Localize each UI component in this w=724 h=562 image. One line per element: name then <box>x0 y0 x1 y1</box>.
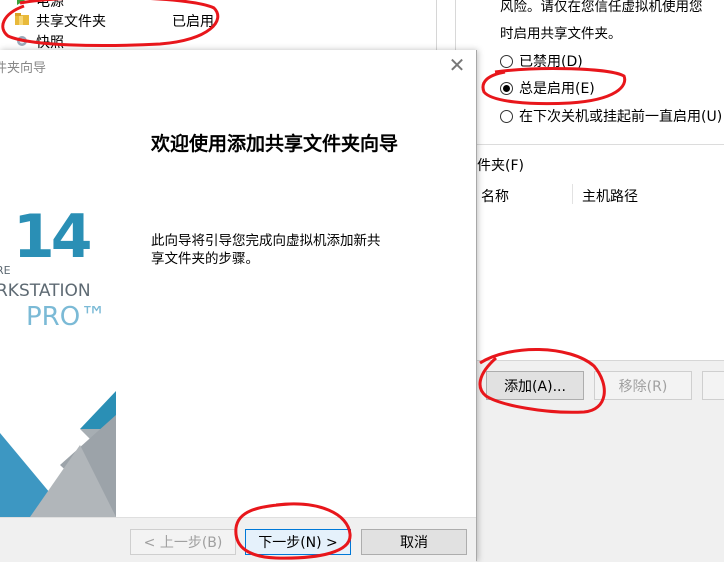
list-item-value: 已启用 <box>172 14 214 30</box>
list-item-label: 电源 <box>36 0 64 10</box>
add-shared-folder-wizard: 件夹向导 ✕ 14 RE RKSTATION PRO™ 欢迎使用添加共享文件夹向… <box>0 50 477 562</box>
radio-disabled[interactable]: 已禁用(D) <box>500 51 583 71</box>
column-header-name[interactable]: 名称 <box>481 186 509 206</box>
vmware-banner-art <box>0 391 116 517</box>
brand-line-1: RE <box>0 264 11 277</box>
wizard-description: 享文件夹的步骤。 <box>151 251 259 267</box>
radio-until-shutdown[interactable]: 在下次关机或挂起前一直启用(U) <box>500 106 722 126</box>
column-header-host-path[interactable]: 主机路径 <box>582 186 638 206</box>
next-button[interactable]: 下一步(N) > <box>245 529 351 555</box>
dialog-titlebar[interactable]: 件夹向导 ✕ <box>0 50 476 82</box>
close-icon[interactable]: ✕ <box>447 55 467 75</box>
radio-label: 已禁用(D) <box>519 54 583 70</box>
radio-always-enabled[interactable]: 总是启用(E) <box>500 78 595 98</box>
list-item-snapshot[interactable]: 快照 <box>14 32 64 52</box>
radio-label: 总是启用(E) <box>519 81 595 97</box>
cancel-button[interactable]: 取消 <box>361 529 467 555</box>
radio-button[interactable] <box>500 54 513 68</box>
settings-list: 电源 共享文件夹 已启用 快照 <box>0 0 455 52</box>
dialog-title: 件夹向导 <box>0 61 47 76</box>
radio-label: 在下次关机或挂起前一直启用(U) <box>519 109 723 125</box>
column-separator[interactable] <box>572 184 573 204</box>
list-item-label: 共享文件夹 <box>36 14 106 30</box>
wizard-footer: < 上一步(B) 下一步(N) > 取消 <box>0 517 476 562</box>
remove-button[interactable]: 移除(R) <box>594 371 692 400</box>
radio-button[interactable] <box>500 81 513 95</box>
folders-table-header: 名称 主机路径 <box>477 180 724 209</box>
list-item-label: 快照 <box>36 35 64 51</box>
list-divider <box>436 0 437 50</box>
folder-icon <box>14 11 30 31</box>
wizard-banner: 14 RE RKSTATION PRO™ <box>0 85 116 517</box>
warning-text: 时启用共享文件夹。 <box>500 26 622 42</box>
brand-edition: PRO™ <box>26 302 107 332</box>
properties-button[interactable] <box>702 371 724 400</box>
power-icon <box>14 0 30 11</box>
list-item-shared-folders[interactable]: 共享文件夹 已启用 <box>14 11 214 31</box>
radio-button[interactable] <box>500 109 513 123</box>
version-number: 14 <box>13 202 92 272</box>
add-button[interactable]: 添加(A)... <box>486 371 584 400</box>
shared-folders-settings-panel: 风险。请仅在您信任虚拟机使用您 时启用共享文件夹。 已禁用(D) 总是启用(E)… <box>455 0 724 562</box>
wizard-heading: 欢迎使用添加共享文件夹向导 <box>151 133 399 155</box>
list-item-power[interactable]: 电源 <box>14 0 64 11</box>
snapshot-icon <box>14 32 30 52</box>
folders-table-body[interactable] <box>477 208 724 360</box>
wizard-description: 此向导将引导您完成向虚拟机添加新共 <box>151 233 381 249</box>
folders-group-label: 件夹(F) <box>477 158 524 174</box>
back-button[interactable]: < 上一步(B) <box>130 529 236 555</box>
brand-line-2: RKSTATION <box>0 281 91 301</box>
warning-text: 风险。请仅在您信任虚拟机使用您 <box>500 0 703 15</box>
group-divider <box>456 144 724 145</box>
